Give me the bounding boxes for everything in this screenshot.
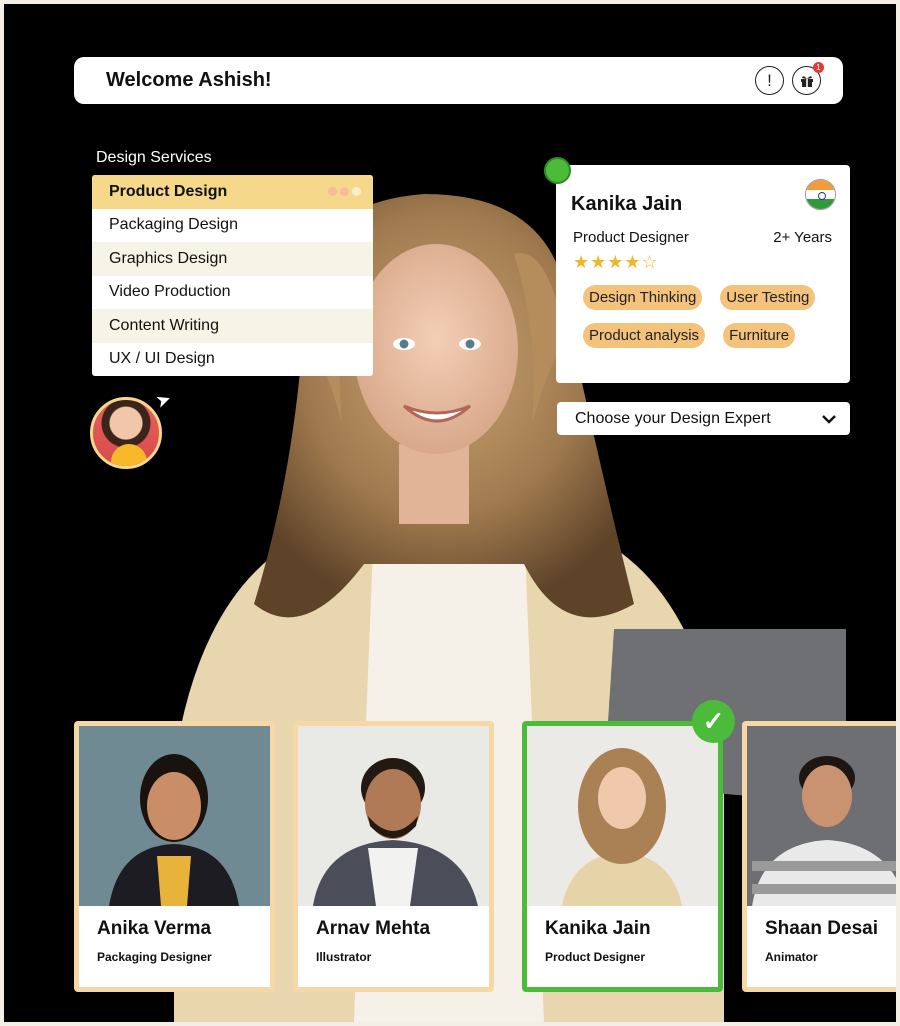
profile-role: Product Designer (573, 229, 689, 246)
gift-glyph-icon (800, 75, 813, 87)
services-label: Design Services (96, 149, 212, 166)
profile-name: Kanika Jain (571, 193, 683, 215)
design-expert-select[interactable]: Choose your Design Expert (557, 402, 850, 435)
service-item-label: Graphics Design (109, 249, 228, 267)
expert-name: Shaan Desai (765, 918, 878, 939)
expert-role: Animator (765, 950, 818, 964)
window-dots-icon (328, 187, 361, 196)
selected-check-icon: ✓ (692, 700, 735, 743)
expert-role: Product Designer (545, 950, 646, 964)
service-item-video-production[interactable]: Video Production (92, 276, 373, 310)
service-item-label: UX / UI Design (109, 350, 215, 368)
expert-name: Arnav Mehta (316, 918, 431, 939)
skill-tag[interactable]: Design Thinking (583, 285, 703, 310)
expert-card-anika-verma[interactable]: Anika Verma Packaging Designer (74, 721, 275, 992)
chevron-down-icon (822, 411, 836, 427)
service-item-graphics-design[interactable]: Graphics Design (92, 242, 373, 276)
expert-photo (747, 726, 896, 906)
expert-card-kanika-jain[interactable]: Kanika Jain Product Designer (522, 721, 723, 992)
profile-card: Kanika Jain Product Designer 2+ Years ★★… (556, 165, 850, 383)
expert-card-shaan-desai[interactable]: Shaan Desai Animator (742, 721, 896, 992)
online-status-icon (544, 157, 571, 184)
skill-tag[interactable]: Furniture (723, 323, 796, 348)
expert-role: Packaging Designer (97, 950, 212, 964)
india-flag-icon (805, 179, 836, 210)
expert-role: Illustrator (316, 950, 372, 964)
service-item-content-writing[interactable]: Content Writing (92, 309, 373, 343)
service-item-ux-ui-design[interactable]: UX / UI Design (92, 343, 373, 377)
service-item-packaging-design[interactable]: Packaging Design (92, 209, 373, 243)
welcome-title: Welcome Ashish! (106, 69, 272, 91)
welcome-bar: Welcome Ashish! ! 1 (74, 57, 843, 104)
dropdown-label: Choose your Design Expert (575, 409, 771, 427)
service-item-label: Content Writing (109, 316, 219, 334)
service-item-label: Video Production (109, 283, 231, 301)
expert-photo (79, 726, 270, 906)
expert-name: Kanika Jain (545, 918, 651, 939)
notification-badge: 1 (813, 62, 824, 73)
expert-photo (298, 726, 489, 906)
service-item-label: Product Design (109, 182, 228, 200)
profile-experience: 2+ Years (773, 229, 832, 246)
service-item-product-design[interactable]: Product Design (92, 175, 373, 209)
skill-tag[interactable]: Product analysis (583, 323, 706, 348)
expert-card-arnav-mehta[interactable]: Arnav Mehta Illustrator (293, 721, 494, 992)
gift-icon[interactable]: 1 (792, 62, 824, 95)
expert-photo (527, 726, 718, 906)
services-list: Product Design Packaging Design Graphics… (92, 175, 373, 376)
alert-icon[interactable]: ! (755, 66, 784, 95)
expert-name: Anika Verma (97, 918, 212, 939)
service-item-label: Packaging Design (109, 216, 238, 234)
rating-stars: ★★★★☆ (573, 252, 659, 272)
user-avatar[interactable] (90, 397, 162, 469)
skill-tag[interactable]: User Testing (720, 285, 816, 310)
app-stage: Welcome Ashish! ! 1 Design Services Prod… (4, 4, 896, 1022)
skill-tags: Design Thinking User Testing Product ana… (570, 285, 836, 348)
